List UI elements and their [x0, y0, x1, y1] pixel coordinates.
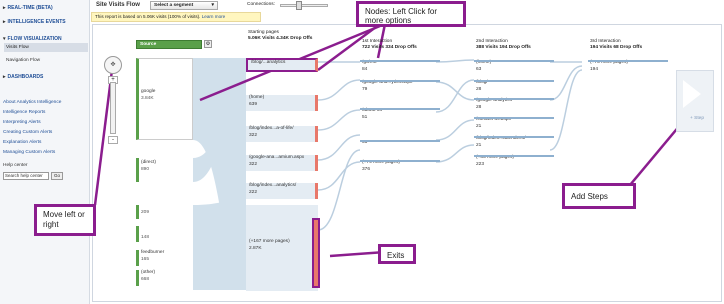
flow-line	[317, 79, 361, 101]
callout-arrow	[329, 250, 386, 258]
zoom-slider[interactable]	[110, 82, 116, 134]
column-header-2nd-interaction: 2nd Interaction 388 Visits 194 Drop Offs	[476, 39, 531, 50]
page-node[interactable]: /about-us 51	[360, 108, 440, 121]
arrow-right-icon	[683, 80, 701, 108]
page-node[interactable]: /blog/index...a-of-life/322	[246, 126, 318, 142]
source-node[interactable]: 209	[136, 205, 193, 219]
page-node[interactable]: 51	[360, 140, 440, 147]
source-node[interactable]: 148	[136, 226, 193, 242]
source-dimension-select[interactable]: Source	[136, 40, 202, 49]
page-node[interactable]: /google-analytics 28	[474, 98, 554, 111]
callout-move: Move left or right	[34, 204, 96, 236]
page-node[interactable]: (+167 more pages) 2.87K	[246, 205, 318, 291]
page-node[interactable]: (home) 639	[246, 95, 318, 111]
flow-line	[435, 79, 475, 113]
flow-line	[549, 65, 583, 101]
page-node[interactable]: /go/est 84	[360, 60, 440, 73]
page-node[interactable]: /blog/index...attendees/21	[474, 136, 554, 149]
flow-line	[435, 119, 475, 141]
column-header-3rd-interaction: 3rd Interaction 194 Visits 68 Drop Offs	[590, 39, 643, 50]
page-node[interactable]: /blog/28	[474, 80, 554, 93]
gear-icon[interactable]: ⚙	[204, 40, 212, 48]
source-node[interactable]: (direct) 890	[136, 158, 193, 182]
flow-line	[435, 59, 475, 63]
column-header-1st-interaction: 1st Interaction 722 Visits 334 Drop Offs	[362, 39, 417, 50]
flow-line	[317, 109, 361, 131]
add-step-label: + Step	[690, 116, 705, 121]
flow-line	[317, 134, 361, 161]
callout-exits: Exits	[378, 244, 416, 264]
zoom-out-button[interactable]: -	[108, 136, 118, 144]
flow-other-to-pages	[193, 200, 246, 290]
page-node[interactable]: (+74 more pages) 376	[360, 160, 440, 173]
source-node[interactable]: google 3.84K	[136, 58, 193, 140]
exit-bar[interactable]	[312, 218, 320, 288]
callout-nodes: Nodes: Left Click for more options	[356, 1, 466, 27]
callout-add-steps: Add Steps	[562, 183, 636, 209]
source-node[interactable]: feedburner 165	[136, 250, 193, 266]
flow-line	[435, 144, 475, 163]
page-node[interactable]: /google-ana...amium.aspx 322	[246, 155, 318, 171]
page-node[interactable]: (+73 more pages) 194	[588, 60, 668, 73]
page-node[interactable]: /blog/...analytics	[246, 58, 318, 72]
flow-line	[317, 161, 361, 191]
page-node[interactable]: /contact-us.aspx 21	[474, 117, 554, 130]
flow-line	[317, 149, 361, 231]
column-header-starting-pages: Starting pages 5.06K Visits 4.34K Drop Of…	[248, 30, 313, 41]
page-node[interactable]: (home) 63	[474, 60, 554, 73]
page-node[interactable]: (+83 more pages) 223	[474, 155, 554, 168]
pan-control[interactable]: ✥	[104, 56, 122, 74]
page-node[interactable]: /blog/index...analytics/222	[246, 183, 318, 199]
source-node[interactable]: (other) 668	[136, 270, 193, 286]
page-node[interactable]: /google-ana...ytics.aspx 79	[360, 80, 440, 93]
